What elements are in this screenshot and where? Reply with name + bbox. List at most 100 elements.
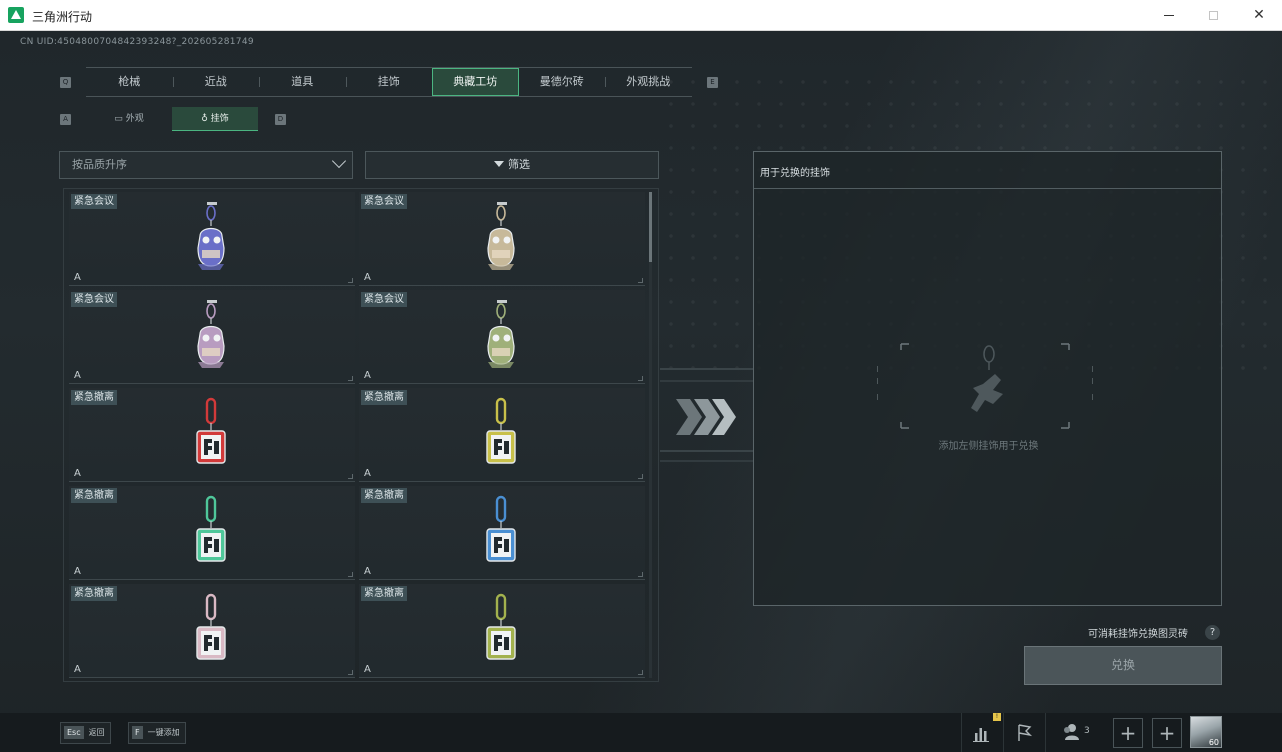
subtab-next-key-hint[interactable]: D <box>275 114 286 125</box>
sort-dropdown[interactable]: 按品质升序 <box>59 151 353 179</box>
tab-6[interactable]: 外观挑战 <box>605 68 692 96</box>
charm-image <box>197 300 225 368</box>
scroll-thumb[interactable] <box>649 192 652 262</box>
exchange-button[interactable]: 兑换 <box>1024 646 1222 685</box>
charm-image <box>197 202 225 270</box>
maximize-button[interactable] <box>1190 0 1236 31</box>
item-grid-container: 紧急会议 A 紧急会议 A 紧急会议 A 紧急会议 A 紧急撤离 A 紧急撤离 A 紧急撤离 A 紧急撤离 A… <box>63 188 659 682</box>
category-tabs: 枪械 近战 道具 挂饰 典藏工坊 曼德尔砖 外观挑战 <box>86 67 692 97</box>
charm-card[interactable]: 紧急会议 A <box>69 192 355 286</box>
window-title: 三角洲行动 <box>32 10 93 24</box>
charm-card[interactable]: 紧急撤离 A <box>359 584 645 678</box>
tab-5[interactable]: 曼德尔砖 <box>519 68 606 96</box>
close-button[interactable]: ✕ <box>1236 0 1282 31</box>
charm-series-tag: 紧急撤离 <box>71 488 117 503</box>
transfer-arrows-icon <box>660 368 754 462</box>
chevron-down-icon <box>331 153 347 169</box>
maximize-icon <box>1208 10 1218 20</box>
charm-series-tag: 紧急会议 <box>361 292 407 307</box>
charm-card[interactable]: 紧急撤离 A <box>69 486 355 580</box>
back-label: 返回 <box>88 728 105 737</box>
charm-image <box>487 202 515 270</box>
charm-series-tag: 紧急撤离 <box>361 488 407 503</box>
filter-label: 筛选 <box>508 158 530 171</box>
add-friend-slot-1[interactable]: + <box>1113 718 1143 748</box>
tab-1[interactable]: 近战 <box>172 68 260 96</box>
charm-grade: A <box>364 272 371 283</box>
sort-value: 按品质升序 <box>72 158 127 171</box>
charm-image <box>487 300 515 368</box>
consume-label: 可消耗挂饰兑换图灵砖 <box>1088 629 1188 640</box>
add-friend-slot-2[interactable]: + <box>1152 718 1182 748</box>
team-button[interactable]: 3 <box>1045 713 1103 752</box>
team-count: 3 <box>1084 726 1090 736</box>
uid-text: CN UID:4504800704842393248?_202605281749 <box>20 37 254 47</box>
minimize-button[interactable] <box>1146 0 1192 31</box>
game-viewport: CN UID:4504800704842393248?_202605281749… <box>0 31 1282 752</box>
charm-image <box>196 593 226 660</box>
player-level: 60 <box>1208 738 1219 747</box>
charm-card[interactable]: 紧急会议 A <box>359 192 645 286</box>
charm-card[interactable]: 紧急撤离 A <box>69 388 355 482</box>
charm-card[interactable]: 紧急撤离 A <box>359 486 645 580</box>
tab-2[interactable]: 道具 <box>259 68 346 96</box>
notification-badge: ! <box>993 713 1001 721</box>
charm-image <box>486 593 516 660</box>
charm-image <box>196 495 226 562</box>
charm-icon: ♁ <box>201 114 208 124</box>
charm-image <box>486 397 516 464</box>
filter-button[interactable]: 筛选 <box>365 151 659 179</box>
flag-icon <box>1018 724 1033 741</box>
charm-series-tag: 紧急会议 <box>71 194 117 209</box>
subtab-1[interactable]: ♁ 挂饰 <box>172 107 258 131</box>
grid-scrollbar[interactable] <box>649 192 652 678</box>
charm-series-tag: 紧急撤离 <box>361 586 407 601</box>
filter-icon <box>494 161 504 167</box>
charm-grade: A <box>364 468 371 479</box>
exchange-panel: 用于兑换的挂饰 添加左侧挂饰用于兑换 <box>753 151 1222 606</box>
screen-icon: ▭ <box>114 114 123 124</box>
charm-card[interactable]: 紧急撤离 A <box>69 584 355 678</box>
tab-4[interactable]: 典藏工坊 <box>432 68 519 96</box>
subtab-label: 外观 <box>125 114 144 124</box>
charm-grade: A <box>364 566 371 577</box>
charm-series-tag: 紧急会议 <box>71 292 117 307</box>
drop-target-frame[interactable] <box>877 342 1093 430</box>
minimize-icon <box>1164 14 1174 16</box>
tab-3[interactable]: 挂饰 <box>345 68 433 96</box>
charm-image <box>196 397 226 464</box>
charm-series-tag: 紧急撤离 <box>71 390 117 405</box>
charm-card[interactable]: 紧急会议 A <box>69 290 355 384</box>
panel-divider <box>754 188 1221 189</box>
subtab-0[interactable]: ▭ 外观 <box>86 107 172 131</box>
item-grid: 紧急会议 A 紧急会议 A 紧急会议 A 紧急会议 A 紧急撤离 A 紧急撤离 A 紧急撤离 A 紧急撤离 A… <box>69 192 651 678</box>
add-all-label: 一键添加 <box>147 728 180 737</box>
charm-card[interactable]: 紧急撤离 A <box>359 388 645 482</box>
esc-key: Esc <box>64 726 84 739</box>
charm-grade: A <box>364 664 371 675</box>
app-logo-icon <box>8 7 24 23</box>
tab-next-key-hint[interactable]: E <box>707 77 718 88</box>
charm-grade: A <box>74 664 81 675</box>
flag-button[interactable] <box>1003 713 1043 752</box>
charm-grade: A <box>364 370 371 381</box>
charm-grade: A <box>74 272 81 283</box>
tab-prev-key-hint[interactable]: Q <box>60 77 71 88</box>
panel-title: 用于兑换的挂饰 <box>760 168 830 179</box>
subtab-prev-key-hint[interactable]: A <box>60 114 71 125</box>
charm-image <box>486 495 516 562</box>
charm-grade: A <box>74 370 81 381</box>
panel-empty-hint: 添加左侧挂饰用于兑换 <box>938 441 1039 452</box>
avatar[interactable]: 60 <box>1190 716 1222 748</box>
team-icon <box>1064 724 1079 740</box>
window-titlebar: 三角洲行动 ✕ <box>0 0 1282 31</box>
charm-card[interactable]: 紧急会议 A <box>359 290 645 384</box>
subtab-label: 挂饰 <box>210 114 229 124</box>
sub-tabs: ▭ 外观 ♁ 挂饰 <box>86 107 258 131</box>
tab-0[interactable]: 枪械 <box>86 68 173 96</box>
add-all-button[interactable]: F 一键添加 <box>128 722 186 744</box>
help-icon[interactable]: ? <box>1205 625 1220 640</box>
back-button[interactable]: Esc 返回 <box>60 722 111 744</box>
charm-grade: A <box>74 468 81 479</box>
bottom-bar: Esc 返回 F 一键添加 ! 3 + + 60 <box>0 713 1282 752</box>
